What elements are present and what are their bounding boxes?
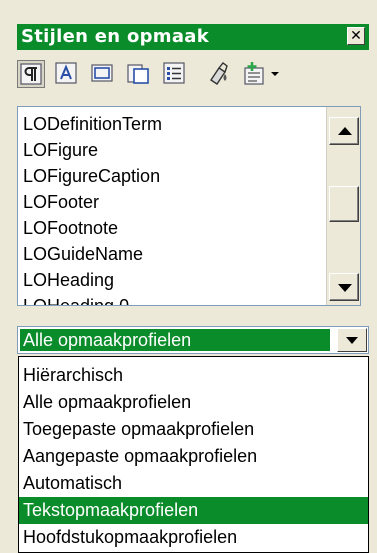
style-filter-value: Alle opmaakprofielen (20, 329, 330, 351)
style-filter-options: Hiërarchisch Alle opmaakprofielen Toegep… (18, 356, 369, 553)
style-list-scrollbar[interactable] (326, 107, 360, 305)
dropdown-button[interactable] (337, 328, 367, 352)
arrow-up-icon (338, 127, 352, 135)
list-styles-icon (163, 62, 185, 84)
list-item[interactable]: LOFooter (23, 189, 99, 215)
new-style-from-selection-icon (244, 62, 279, 85)
paragraph-styles-button[interactable] (17, 60, 45, 88)
frame-styles-button[interactable] (89, 60, 117, 88)
new-style-from-selection-button[interactable] (241, 60, 281, 88)
dropdown-option[interactable]: Toegepaste opmaakprofielen (19, 416, 368, 443)
close-button[interactable]: ✕ (347, 27, 365, 45)
frame-styles-icon (91, 64, 113, 82)
dropdown-option[interactable]: Hiërarchisch (19, 362, 368, 389)
character-styles-icon (55, 62, 77, 84)
page-styles-icon (127, 64, 149, 84)
dropdown-option[interactable]: Automatisch (19, 470, 368, 497)
dropdown-option[interactable]: Aangepaste opmaakprofielen (19, 443, 368, 470)
list-item[interactable]: LOFigure (23, 137, 98, 163)
dropdown-option-highlighted[interactable]: Tekstopmaakprofielen (19, 497, 368, 524)
character-styles-button[interactable] (53, 60, 81, 88)
style-filter-select[interactable]: Alle opmaakprofielen (17, 326, 369, 354)
dropdown-option[interactable]: Hoofdstukopmaakprofielen (19, 524, 368, 551)
arrow-down-icon (338, 284, 352, 292)
list-item[interactable]: LOFigureCaption (23, 163, 160, 189)
chevron-down-icon (346, 337, 358, 344)
scroll-up-button[interactable] (329, 117, 359, 145)
title-bar[interactable]: Stijlen en opmaak ✕ (17, 24, 369, 50)
scroll-down-button[interactable] (329, 273, 359, 301)
fill-format-mode-button[interactable] (205, 60, 233, 88)
fill-format-mode-icon (210, 62, 228, 85)
style-list[interactable]: LODefinitionTerm LOFigure LOFigureCaptio… (17, 106, 361, 306)
list-item[interactable]: LOHeading 0 (23, 293, 129, 305)
dropdown-option[interactable]: Alle opmaakprofielen (19, 389, 368, 416)
list-item[interactable]: LOHeading (23, 267, 114, 293)
scroll-thumb[interactable] (329, 186, 359, 222)
page-styles-button[interactable] (125, 60, 153, 88)
list-item[interactable]: LODefinitionTerm (23, 111, 162, 137)
list-item[interactable]: LOGuideName (23, 241, 143, 267)
styles-and-formatting-panel: Stijlen en opmaak ✕ LODefinitionTerm LOF… (0, 0, 377, 553)
list-styles-button[interactable] (161, 60, 189, 88)
list-item[interactable]: LOFootnote (23, 215, 118, 241)
style-category-toolbar (17, 54, 377, 94)
close-icon: ✕ (350, 28, 362, 44)
paragraph-styles-icon (20, 63, 42, 85)
panel-title: Stijlen en opmaak (21, 26, 210, 47)
